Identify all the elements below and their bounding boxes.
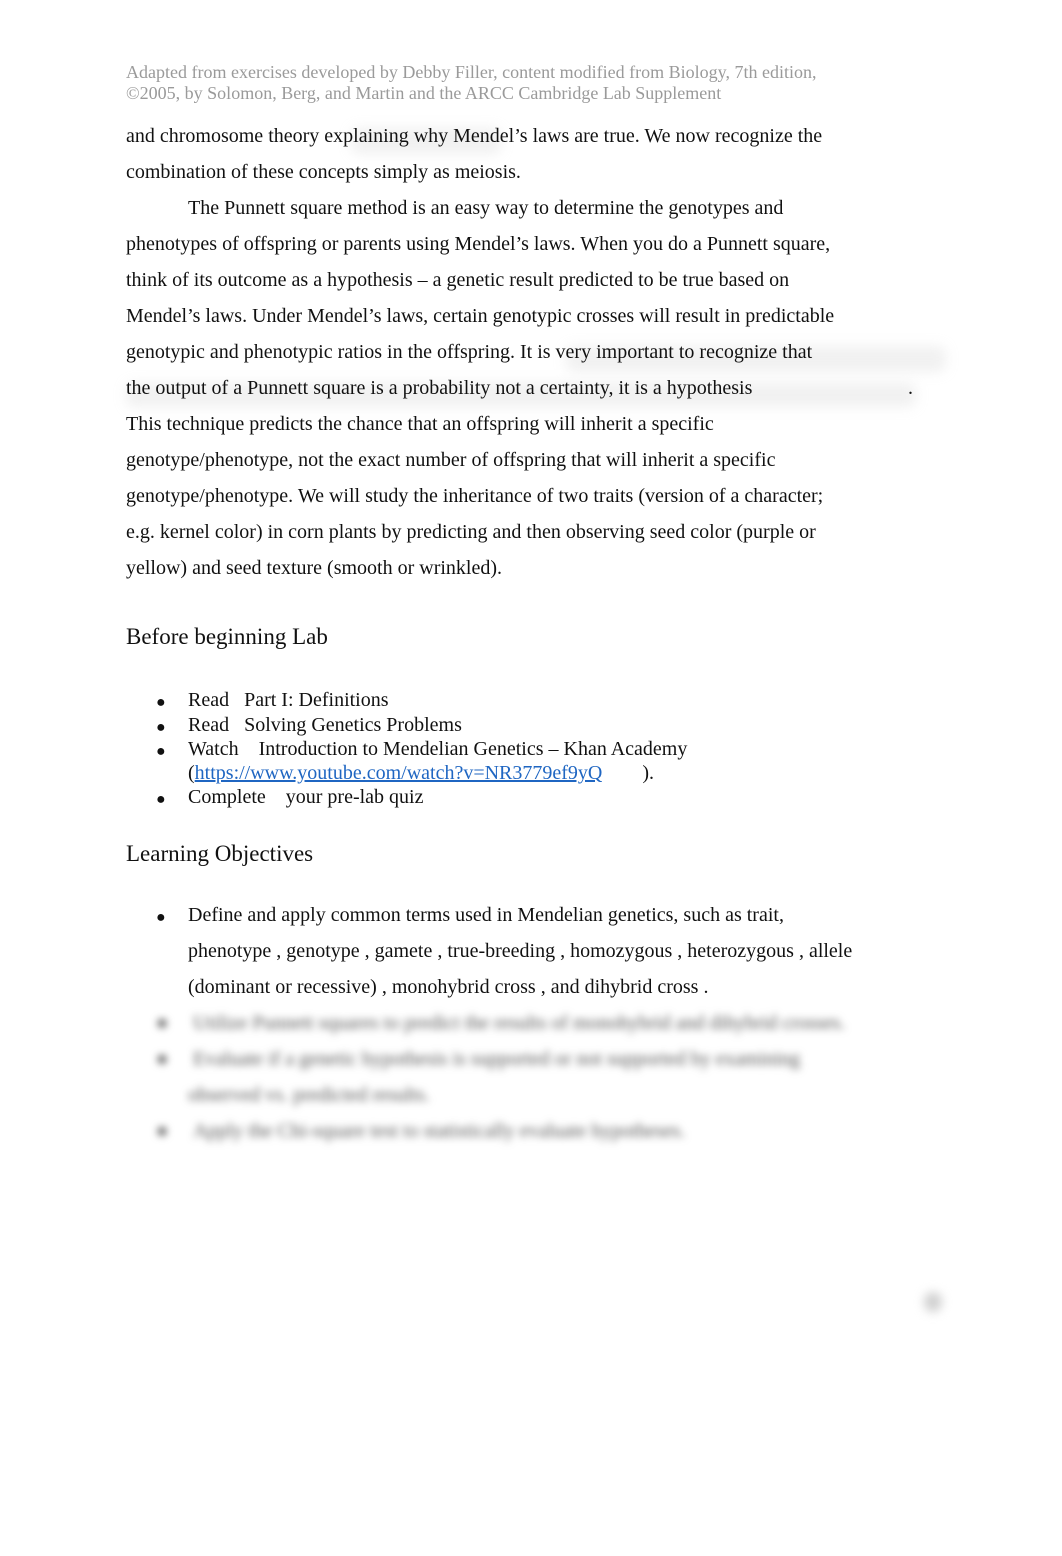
blurred-objective: ● Utilize Punnett squares to predict the… <box>156 1012 846 1034</box>
list-item: Complete your pre-lab quiz <box>188 786 424 808</box>
bullet-icon: ● <box>156 1120 169 1142</box>
objectives-heading: Learning Objectives <box>126 841 314 866</box>
intro-line: yellow) and seed texture (smooth or wrin… <box>126 557 503 579</box>
bullet-icon: ● <box>156 743 166 760</box>
blurred-objective: ● Apply the Chi-square test to statistic… <box>156 1120 686 1142</box>
objective-line: phenotype , genotype , gamete , true-bre… <box>188 940 853 962</box>
bullet-icon: ● <box>156 694 166 711</box>
document-page: Adapted from exercises developed by Debb… <box>0 0 1062 1556</box>
bullet-icon: ● <box>156 1048 169 1070</box>
list-item: Read Part I: Definitions <box>188 689 389 711</box>
intro-line: combination of these concepts simply as … <box>126 161 521 183</box>
intro-line: The Punnett square method is an easy way… <box>188 197 784 219</box>
intro-line: phenotypes of offspring or parents using… <box>126 233 831 255</box>
page-header: Adapted from exercises developed by Debb… <box>126 62 926 104</box>
before-lab-heading: Before beginning Lab <box>126 624 328 649</box>
objective-line: Define and apply common terms used in Me… <box>188 904 784 926</box>
intro-line: e.g. kernel color) in corn plants by pre… <box>126 521 816 543</box>
list-item: Watch Introduction to Mendelian Genetics… <box>188 738 688 760</box>
intro-line: Mendel’s laws. Under Mendel’s laws, cert… <box>126 305 835 327</box>
bullet-icon: ● <box>156 791 166 808</box>
trailing-period: . <box>908 377 913 399</box>
blurred-objective: ● Evaluate if a genetic hypothesis is su… <box>156 1048 801 1070</box>
bullet-icon: ● <box>156 909 166 926</box>
header-line-2: ©2005, by Solomon, Berg, and Martin and … <box>126 83 722 103</box>
intro-line: think of its outcome as a hypothesis – a… <box>126 269 790 291</box>
bullet-icon: ● <box>156 1012 169 1034</box>
list-item: Read Solving Genetics Problems <box>188 714 462 736</box>
intro-line: This technique predicts the chance that … <box>126 413 714 435</box>
intro-line: the output of a Punnett square is a prob… <box>126 377 753 399</box>
intro-line: genotypic and phenotypic ratios in the o… <box>126 341 813 363</box>
blurred-objective: observed vs. predicted results. <box>188 1084 430 1106</box>
intro-line: genotype/phenotype. We will study the in… <box>126 485 824 507</box>
intro-line: and chromosome theory explaining why Men… <box>126 125 823 147</box>
video-link[interactable]: https://www.youtube.com/watch?v=NR3779ef… <box>195 762 603 784</box>
bullet-icon: ● <box>156 719 166 736</box>
objective-line: (dominant or recessive) , monohybrid cro… <box>188 976 709 998</box>
page-number-blurred <box>924 1292 942 1312</box>
intro-line: genotype/phenotype, not the exact number… <box>126 449 776 471</box>
list-item-link-line: (https://www.youtube.com/watch?v=NR3779e… <box>188 762 655 784</box>
header-line-1: Adapted from exercises developed by Debb… <box>126 62 817 82</box>
